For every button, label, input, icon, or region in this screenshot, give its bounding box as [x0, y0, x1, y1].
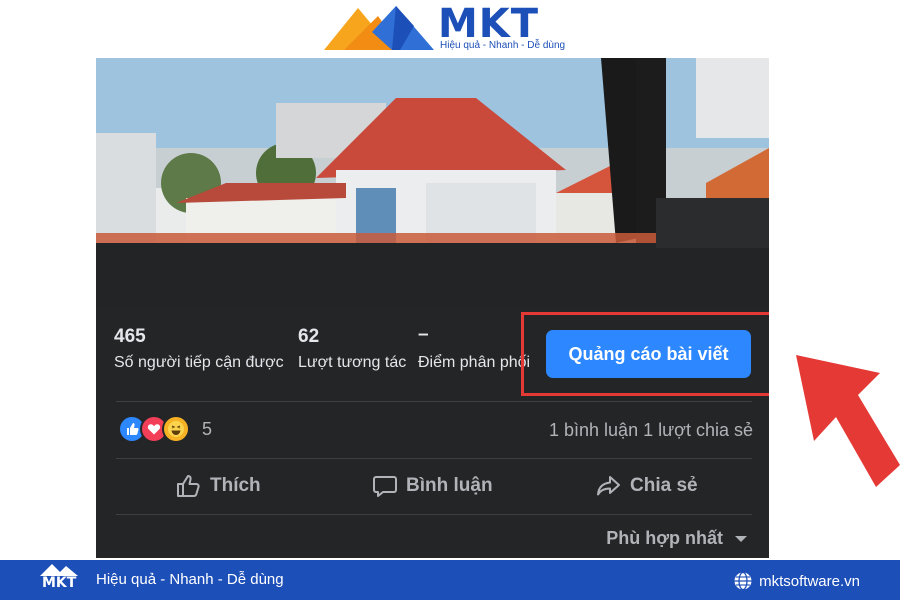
post-meta: 1 bình luận 1 lượt chia sẻ [549, 420, 753, 441]
website-label: mktsoftware.vn [759, 572, 860, 590]
divider [116, 514, 752, 515]
share-button[interactable]: Chia sẻ [596, 466, 698, 506]
post-actions: Thích Bình luận Chia sẻ [116, 466, 752, 506]
mkt-logo: MKT Hiệu quả - Nhanh - Dễ dùng [322, 0, 582, 54]
post-card: 465 Số người tiếp cận được 62 Lượt tương… [96, 58, 769, 558]
footer-website[interactable]: mktsoftware.vn [733, 571, 860, 591]
footer-bar: MKT Hiệu quả - Nhanh - Dễ dùng mktsoftwa… [0, 560, 900, 600]
share-count-link[interactable]: 1 lượt chia sẻ [643, 420, 753, 440]
stat-distribution-value: – [418, 324, 429, 345]
like-button[interactable]: Thích [176, 466, 261, 506]
footer-tagline: Hiệu quả - Nhanh - Dễ dùng [96, 571, 284, 588]
stat-reach-value: 465 [114, 326, 146, 347]
caret-down-icon [735, 535, 747, 542]
share-arrow-icon [597, 476, 620, 496]
reaction-count: 5 [202, 419, 213, 439]
divider [116, 401, 752, 402]
mkt-mountain-icon [324, 6, 434, 50]
stat-engagement-label: Lượt tương tác [298, 354, 407, 371]
pointer-arrow-icon [796, 355, 900, 487]
stat-distribution-label: Điểm phân phối [418, 354, 531, 371]
stat-reach-label: Số người tiếp cận được [114, 354, 284, 371]
boost-post-button[interactable]: Quảng cáo bài viết [546, 330, 751, 378]
like-label: Thích [210, 475, 261, 496]
brand-tagline: Hiệu quả - Nhanh - Dễ dùng [440, 40, 566, 51]
comment-icon [373, 476, 397, 497]
haha-icon [162, 415, 190, 443]
thumbs-up-icon [177, 475, 200, 497]
divider [116, 458, 752, 459]
sort-label: Phù hợp nhất [606, 528, 723, 548]
comment-button[interactable]: Bình luận [372, 466, 493, 506]
comment-count-link[interactable]: 1 bình luận [549, 420, 638, 440]
stat-engagement-value: 62 [298, 326, 320, 347]
comment-label: Bình luận [406, 475, 493, 496]
comment-sort-dropdown[interactable]: Phù hợp nhất [606, 528, 751, 549]
footer-logo-text: MKT [42, 575, 77, 591]
post-photo[interactable] [96, 58, 769, 308]
globe-icon [734, 571, 752, 591]
share-label: Chia sẻ [630, 475, 698, 496]
